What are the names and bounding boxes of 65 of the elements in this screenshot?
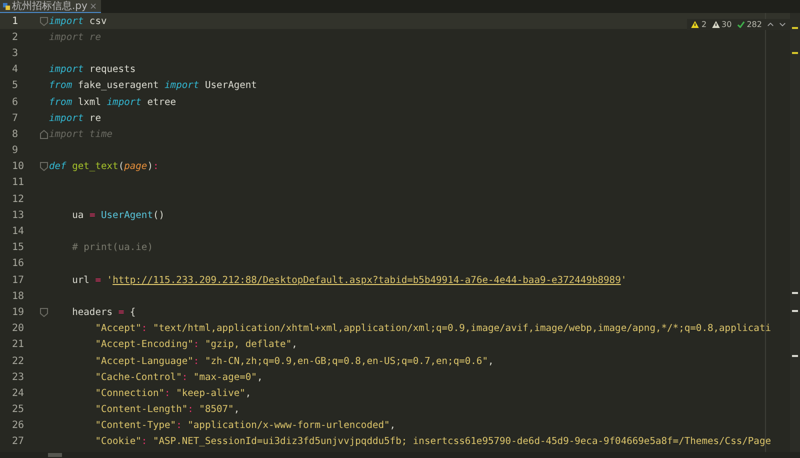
problem-count: 2 bbox=[701, 20, 707, 29]
line-number: 9 bbox=[11, 145, 20, 156]
warning-icon[interactable] bbox=[712, 21, 720, 28]
code-line: "Content-Type": "application/x-www-form-urlencoded", bbox=[94, 419, 396, 432]
line-number: 11 bbox=[11, 177, 26, 188]
code-line: "Cache-Control": "max-age=0", bbox=[94, 370, 263, 384]
line-number: 3 bbox=[11, 48, 20, 59]
line-number: 24 bbox=[11, 388, 26, 399]
chevron-down-icon[interactable] bbox=[779, 22, 786, 27]
code-line: headers = { bbox=[71, 306, 136, 319]
chevron-up-icon[interactable] bbox=[767, 22, 774, 27]
problem-count: 30 bbox=[722, 20, 732, 29]
scrollbar-thumb[interactable] bbox=[48, 453, 62, 457]
line-number: 12 bbox=[11, 194, 26, 205]
line-number: 15 bbox=[11, 242, 26, 254]
fold-icon[interactable] bbox=[40, 16, 48, 26]
code-line: "Accept-Language": "zh-CN,zh;q=0.9,en-GB;q=0.8,en-US;q=0.7,en;q=0.6", bbox=[94, 354, 494, 368]
line-number: 26 bbox=[11, 420, 26, 432]
line-number: 8 bbox=[11, 128, 20, 140]
line-number: 21 bbox=[11, 339, 26, 350]
warning-icon[interactable] bbox=[691, 21, 700, 28]
code-line: "Content-Length": "8507", bbox=[94, 403, 240, 416]
code-line: import re bbox=[49, 112, 101, 125]
problem-count: 282 bbox=[746, 20, 762, 29]
code-line: import time bbox=[49, 128, 113, 141]
horizontal-scrollbar[interactable] bbox=[0, 452, 800, 458]
file-name: 杭州招标信息.py bbox=[12, 0, 88, 12]
code-line: import csv bbox=[49, 14, 107, 28]
code-line: ua = UserAgent() bbox=[71, 208, 165, 222]
fold-icon[interactable] bbox=[40, 130, 48, 139]
code-line: "Connection": "keep-alive", bbox=[94, 386, 252, 400]
line-number: 25 bbox=[11, 404, 26, 416]
line-number: 10 bbox=[11, 161, 26, 172]
code-line: import requests bbox=[49, 63, 136, 76]
fold-icon[interactable] bbox=[40, 308, 48, 317]
code-line: from lxml import etree bbox=[49, 96, 176, 109]
code-line: from fake_useragent import UserAgent bbox=[49, 79, 257, 92]
line-number: 6 bbox=[11, 96, 20, 108]
code-line: "Accept-Encoding": "gzip, deflate", bbox=[94, 338, 298, 352]
line-number: 19 bbox=[11, 306, 26, 318]
line-number: 27 bbox=[11, 436, 26, 448]
line-number: 2 bbox=[11, 32, 20, 43]
line-number: 17 bbox=[11, 274, 26, 286]
code-line: "Accept": "text/html,application/xhtml+xml,application/xml;q=0.9,image/avif,image/webp,image/apng,*/*;q=0.8,applicati bbox=[94, 322, 772, 336]
code-line: "Cookie": "ASP.NET_SessionId=ui3diz3fd5unjvvjpqddu5fb; insertcss61e95790-de6d-45d9-9eca-9f04669e5a8f=/Themes/Css/Page bbox=[94, 435, 772, 448]
line-number: 13 bbox=[11, 210, 26, 221]
file-tab[interactable]: 杭州招标信息.py × bbox=[0, 0, 101, 13]
line-number: 16 bbox=[11, 258, 26, 270]
check-icon[interactable] bbox=[736, 21, 745, 28]
code-line: def get_text(page): bbox=[49, 160, 159, 174]
line-number: 20 bbox=[11, 323, 26, 334]
line-number: 1 bbox=[11, 16, 20, 27]
fold-icon[interactable] bbox=[40, 162, 48, 172]
line-number: 22 bbox=[11, 356, 26, 367]
python-file-icon bbox=[3, 3, 10, 10]
line-number: 18 bbox=[11, 290, 26, 302]
code-line: import re bbox=[49, 30, 101, 44]
line-number: 23 bbox=[11, 372, 26, 383]
line-number: 14 bbox=[11, 226, 26, 238]
line-number: 7 bbox=[11, 112, 20, 124]
code-line: url = 'http://115.233.209.212:88/DesktopDefault.aspx?tabid=b5b49914-a76e-4e44-baa9-e372449b8989' bbox=[71, 274, 627, 287]
code-line: # print(ua.ie) bbox=[71, 241, 153, 254]
close-icon[interactable]: × bbox=[89, 0, 97, 12]
line-number: 4 bbox=[11, 64, 20, 76]
line-number: 5 bbox=[11, 80, 20, 92]
